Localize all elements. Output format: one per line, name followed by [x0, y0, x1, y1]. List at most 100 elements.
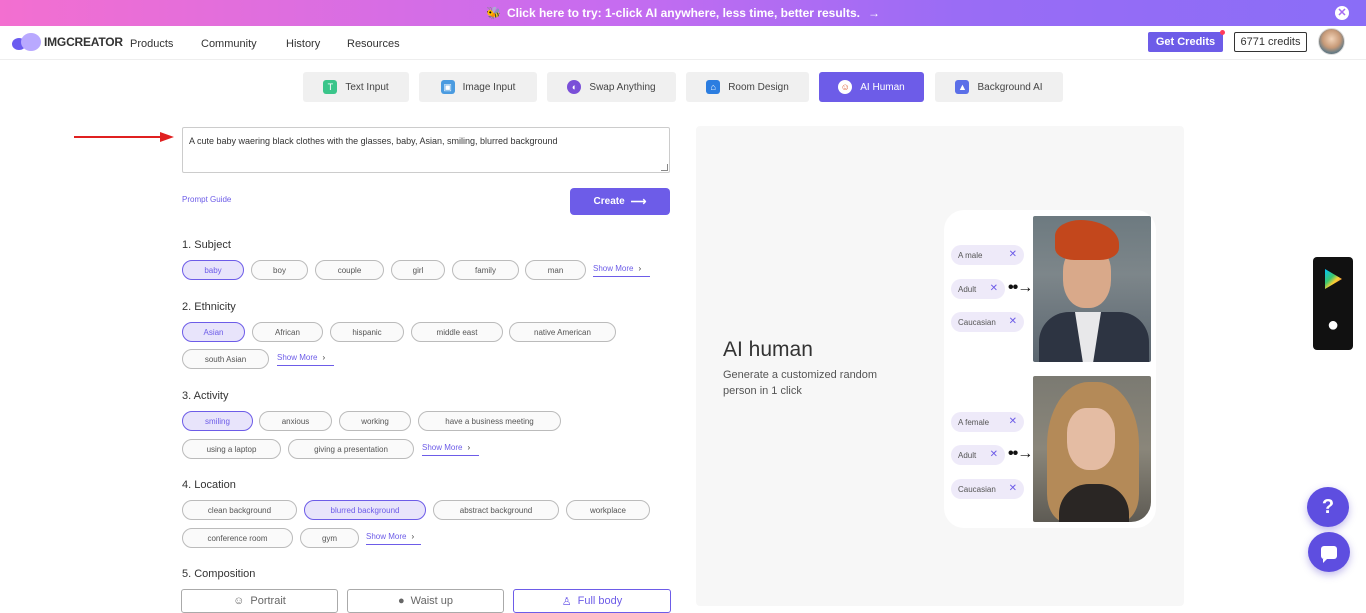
- arrow-right-icon: →: [867, 6, 880, 20]
- tag-adult: Adult ✕: [951, 445, 1005, 465]
- avatar[interactable]: [1318, 28, 1345, 55]
- tag-adult: Adult ✕: [951, 279, 1005, 299]
- mode-tabs: T Text Input ▣ Image Input ◐ Swap Anythi…: [0, 72, 1366, 102]
- create-button[interactable]: Create ⟶: [570, 188, 670, 215]
- chip-subject[interactable]: boy: [251, 260, 308, 280]
- prompt-input[interactable]: A cute baby waering black clothes with t…: [182, 127, 670, 173]
- composition-label: Full body: [577, 595, 623, 607]
- section-title-subject: 1. Subject: [182, 239, 231, 251]
- show-more-label: Show More: [366, 532, 407, 541]
- chip-subject[interactable]: couple: [315, 260, 384, 280]
- chip-activity[interactable]: working: [339, 411, 411, 431]
- show-more-subject[interactable]: Show More ›: [593, 264, 650, 277]
- tab-ai-human[interactable]: ☺ AI Human: [819, 72, 924, 102]
- chip-activity[interactable]: smiling: [182, 411, 253, 431]
- get-credits-label: Get Credits: [1155, 36, 1216, 48]
- tab-room-design[interactable]: ⌂ Room Design: [686, 72, 809, 102]
- chip-activity[interactable]: using a laptop: [182, 439, 281, 459]
- chip-location[interactable]: blurred background: [304, 500, 426, 520]
- nav-history[interactable]: History: [286, 38, 320, 50]
- composition-full-body[interactable]: ♙ Full body: [513, 589, 671, 613]
- chip-activity[interactable]: anxious: [259, 411, 332, 431]
- chip-ethnicity[interactable]: African: [252, 322, 323, 342]
- chip-ethnicity[interactable]: native American: [509, 322, 616, 342]
- promo-banner[interactable]: 🐝 Click here to try: 1-click AI anywhere…: [0, 0, 1366, 26]
- chip-location[interactable]: conference room: [182, 528, 293, 548]
- tag-caucasian: Caucasian ✕: [951, 312, 1024, 332]
- close-banner-icon[interactable]: ✕: [1335, 6, 1349, 20]
- tab-label: Swap Anything: [589, 81, 656, 93]
- tag-caucasian: Caucasian ✕: [951, 479, 1024, 499]
- composition-portrait[interactable]: ☺ Portrait: [181, 589, 338, 613]
- close-icon: ✕: [989, 283, 998, 294]
- promo-banner-text[interactable]: Click here to try: 1-click AI anywhere, …: [507, 6, 860, 20]
- tag-female: A female ✕: [951, 412, 1024, 432]
- tag-label: Adult: [958, 450, 977, 460]
- chip-ethnicity[interactable]: hispanic: [330, 322, 404, 342]
- chat-button[interactable]: [1308, 532, 1350, 572]
- chip-activity[interactable]: giving a presentation: [288, 439, 414, 459]
- show-more-location[interactable]: Show More ›: [366, 532, 421, 545]
- chip-subject[interactable]: man: [525, 260, 586, 280]
- help-button[interactable]: ?: [1307, 487, 1349, 527]
- chip-subject[interactable]: girl: [391, 260, 445, 280]
- show-more-activity[interactable]: Show More ›: [422, 443, 479, 456]
- composition-waist-up[interactable]: ● Waist up: [347, 589, 504, 613]
- close-icon: ✕: [1008, 249, 1017, 260]
- tab-background-ai[interactable]: ▲ Background AI: [935, 72, 1063, 102]
- close-icon: ✕: [989, 449, 998, 460]
- chip-ethnicity[interactable]: south Asian: [182, 349, 269, 369]
- close-icon: ✕: [1008, 483, 1017, 494]
- preview-title: AI human: [723, 338, 813, 361]
- nav-resources[interactable]: Resources: [347, 38, 400, 50]
- tag-label: Adult: [958, 284, 977, 294]
- tag-label: A female: [958, 417, 990, 427]
- logo-icon: [12, 32, 42, 52]
- portrait-icon: ☺: [233, 595, 245, 607]
- tab-label: Background AI: [977, 81, 1043, 93]
- chip-ethnicity[interactable]: Asian: [182, 322, 245, 342]
- house-icon: ⌂: [706, 80, 721, 94]
- tab-label: Image Input: [462, 81, 516, 93]
- nav-products[interactable]: Products: [130, 38, 173, 50]
- close-icon: ✕: [1008, 416, 1017, 427]
- section-title-composition: 5. Composition: [182, 568, 256, 580]
- prompt-guide-link[interactable]: Prompt Guide: [182, 195, 231, 204]
- tab-swap-anything[interactable]: ◐ Swap Anything: [547, 72, 676, 102]
- credits-count[interactable]: 6771 credits: [1234, 32, 1307, 52]
- apple-icon[interactable]: ●: [1322, 313, 1344, 337]
- logo[interactable]: IMGCREATOR: [12, 32, 123, 52]
- bee-icon: 🐝: [486, 6, 501, 20]
- create-label: Create: [593, 196, 625, 207]
- show-more-label: Show More: [277, 353, 318, 362]
- get-credits-button[interactable]: Get Credits: [1148, 30, 1225, 52]
- swap-icon: ◐: [567, 80, 582, 94]
- human-icon: ☺: [838, 80, 853, 94]
- tab-text-input[interactable]: T Text Input: [303, 72, 409, 102]
- chip-ethnicity[interactable]: middle east: [411, 322, 503, 342]
- resize-handle-icon[interactable]: [661, 164, 668, 171]
- tag-label: Caucasian: [958, 484, 996, 494]
- composition-label: Waist up: [410, 595, 454, 607]
- chip-location[interactable]: gym: [300, 528, 359, 548]
- show-more-label: Show More: [593, 264, 634, 273]
- nav-community[interactable]: Community: [201, 38, 257, 50]
- chip-location[interactable]: clean background: [182, 500, 297, 520]
- section-title-activity: 3. Activity: [182, 390, 229, 402]
- section-title-location: 4. Location: [182, 479, 236, 491]
- tab-label: Room Design: [728, 81, 789, 93]
- chip-location[interactable]: abstract background: [433, 500, 559, 520]
- female-example-image: [1033, 376, 1151, 522]
- chip-subject[interactable]: family: [452, 260, 519, 280]
- dotted-arrow-icon: ••→: [1008, 445, 1033, 462]
- composition-label: Portrait: [250, 595, 286, 607]
- chip-subject[interactable]: baby: [182, 260, 244, 280]
- chip-activity[interactable]: have a business meeting: [418, 411, 561, 431]
- text-icon: T: [323, 80, 338, 94]
- google-play-icon[interactable]: [1325, 269, 1342, 289]
- arrow-right-icon: ⟶: [630, 196, 647, 208]
- chevron-right-icon: ›: [411, 532, 415, 541]
- chip-location[interactable]: workplace: [566, 500, 650, 520]
- show-more-ethnicity[interactable]: Show More ›: [277, 353, 334, 366]
- tab-image-input[interactable]: ▣ Image Input: [419, 72, 537, 102]
